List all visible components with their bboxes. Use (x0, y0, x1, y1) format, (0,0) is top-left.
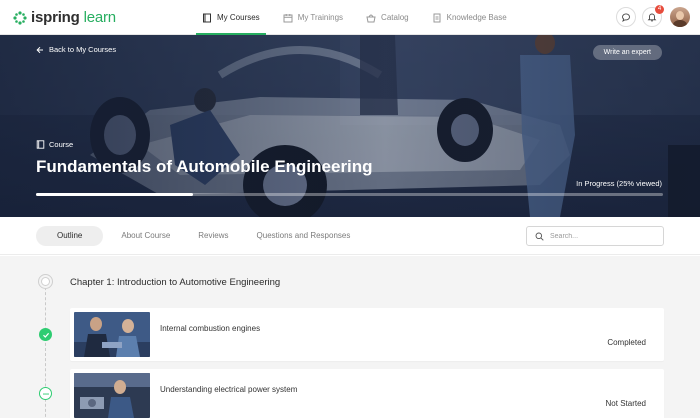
course-progress-bar (36, 193, 663, 196)
notifications-button[interactable]: 4 (642, 5, 664, 27)
chapter-title: Chapter 1: Introduction to Automotive En… (70, 277, 281, 288)
lesson-status: Completed (607, 338, 646, 347)
chat-bubble-icon (622, 13, 630, 22)
nav-label: Knowledge Base (446, 13, 507, 22)
write-an-expert-button[interactable]: Write an expert (592, 45, 662, 60)
messages-button[interactable] (616, 7, 636, 27)
back-to-courses-link[interactable]: Back to My Courses (36, 45, 116, 54)
nav-label: My Courses (217, 13, 260, 22)
tab-outline[interactable]: Outline (36, 226, 104, 246)
book-icon (203, 13, 211, 22)
lesson-thumbnail (74, 373, 150, 418)
nav-label: My Trainings (297, 13, 344, 22)
tab-reviews[interactable]: Reviews (186, 226, 240, 246)
lesson-status: Not Started (605, 399, 646, 408)
nav-knowledge-base[interactable]: Knowledge Base (426, 0, 513, 35)
logo-text: ispring learn (31, 9, 116, 26)
course-tabs: Outline About Course Reviews Questions a… (36, 226, 366, 246)
bell-icon (647, 13, 657, 22)
nav-my-courses[interactable]: My Courses (196, 0, 266, 35)
course-outline: Chapter 1: Introduction to Automotive En… (0, 256, 700, 418)
completed-check-icon (39, 328, 52, 341)
course-type-tag: Course (36, 140, 73, 149)
chapter-node-icon (38, 274, 53, 289)
progress-status-text: In Progress (25% viewed) (576, 179, 662, 188)
lesson-card[interactable]: Understanding electrical power system No… (70, 369, 664, 418)
not-started-dots-icon (39, 387, 52, 400)
ispring-learn-logo[interactable]: ispring learn (13, 9, 116, 26)
document-icon (433, 13, 441, 22)
lesson-title: Internal combustion engines (160, 324, 261, 333)
course-tab-bar: Outline About Course Reviews Questions a… (0, 217, 700, 255)
back-link-label: Back to My Courses (49, 45, 117, 54)
top-actions: 4 (610, 5, 690, 27)
logo-icon (13, 10, 27, 25)
tab-about-course[interactable]: About Course (109, 226, 182, 246)
user-avatar[interactable] (670, 7, 690, 27)
nav-catalog[interactable]: Catalog (360, 0, 415, 35)
nav-label: Catalog (381, 13, 409, 22)
search-icon (535, 232, 544, 241)
notification-badge: 4 (655, 5, 664, 14)
course-tag-label: Course (49, 140, 74, 149)
lesson-title: Understanding electrical power system (160, 385, 298, 394)
main-nav: My Courses My Trainings Catalog Knowledg… (196, 0, 524, 35)
calendar-icon (283, 13, 293, 22)
course-progress-fill (36, 193, 193, 196)
tab-questions-and-responses[interactable]: Questions and Responses (245, 226, 363, 246)
basket-icon (366, 14, 376, 22)
nav-my-trainings[interactable]: My Trainings (277, 0, 349, 35)
arrow-left-icon (36, 46, 43, 53)
lesson-thumbnail (74, 312, 150, 357)
course-title: Fundamentals of Automobile Engineering (36, 157, 373, 176)
search-box[interactable] (526, 226, 664, 246)
lesson-card[interactable]: Internal combustion engines Completed (70, 308, 664, 361)
search-input[interactable] (550, 232, 660, 240)
hero-overlay (0, 35, 700, 217)
book-icon (36, 140, 45, 149)
course-hero-banner: Back to My Courses Write an expert Cours… (0, 35, 700, 217)
top-navigation-bar: ispring learn My Courses My Trainings Ca… (0, 0, 700, 35)
